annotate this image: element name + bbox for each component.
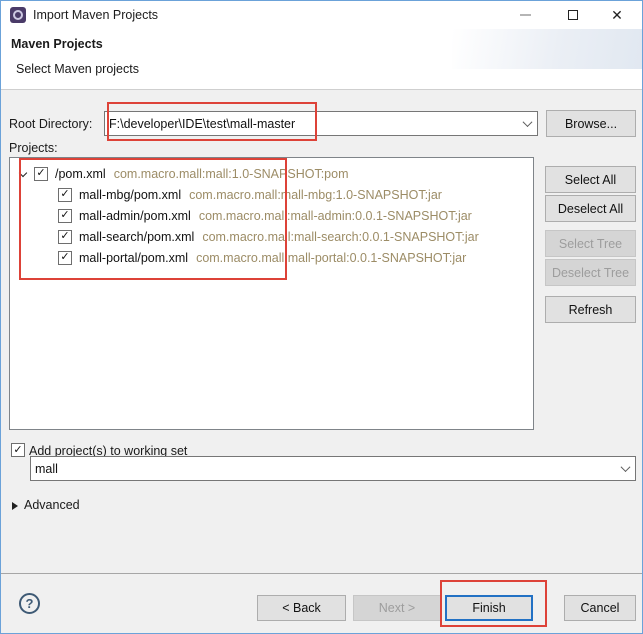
browse-button[interactable]: Browse... — [546, 110, 636, 137]
check-icon: ✓ — [60, 210, 69, 221]
minimize-button[interactable] — [508, 1, 542, 29]
projects-label: Projects: — [9, 141, 58, 155]
working-set-input[interactable] — [31, 462, 615, 476]
title-bar: Import Maven Projects ✕ — [1, 1, 642, 29]
select-all-button[interactable]: Select All — [545, 166, 636, 193]
project-gav: com.macro.mall:mall:1.0-SNAPSHOT:pom — [114, 167, 349, 181]
check-icon: ✓ — [36, 168, 45, 179]
checkbox-checked[interactable]: ✓ — [58, 251, 72, 265]
checkbox-checked[interactable]: ✓ — [58, 188, 72, 202]
help-button[interactable]: ? — [19, 593, 40, 614]
select-tree-button: Select Tree — [545, 230, 636, 257]
check-icon: ✓ — [60, 252, 69, 263]
finish-button[interactable]: Finish — [445, 595, 533, 621]
project-name: mall-portal/pom.xml — [79, 251, 188, 265]
maximize-icon — [568, 10, 578, 20]
expander-button[interactable] — [18, 172, 34, 176]
check-icon: ✓ — [60, 189, 69, 200]
maximize-button[interactable] — [556, 1, 590, 29]
header-gradient-decoration — [452, 29, 642, 69]
wizard-header: Maven Projects Select Maven projects — [1, 29, 642, 90]
project-gav: com.macro.mall:mall-portal:0.0.1-SNAPSHO… — [196, 251, 466, 265]
checkbox-checked[interactable]: ✓ — [34, 167, 48, 181]
back-button[interactable]: < Back — [257, 595, 346, 621]
import-maven-projects-dialog: Import Maven Projects ✕ Maven Projects S… — [0, 0, 643, 634]
close-icon: ✕ — [611, 7, 623, 24]
footer-separator — [1, 573, 642, 574]
combo-dropdown-button[interactable] — [615, 457, 635, 480]
project-gav: com.macro.mall:mall-search:0.0.1-SNAPSHO… — [202, 230, 478, 244]
project-name: /pom.xml — [55, 167, 106, 181]
page-title: Maven Projects — [11, 37, 103, 51]
chevron-down-icon — [522, 117, 532, 127]
advanced-collapsed-arrow-icon[interactable] — [12, 502, 18, 510]
working-set-combobox[interactable] — [30, 456, 636, 481]
window-title: Import Maven Projects — [33, 8, 158, 22]
refresh-button[interactable]: Refresh — [545, 296, 636, 323]
root-directory-label: Root Directory: — [9, 117, 92, 131]
project-name: mall-search/pom.xml — [79, 230, 194, 244]
tree-item-mall-admin[interactable]: ✓ mall-admin/pom.xml com.macro.mall:mall… — [10, 205, 533, 226]
close-button[interactable]: ✕ — [600, 1, 634, 29]
gear-icon — [13, 10, 23, 20]
advanced-section-toggle[interactable]: Advanced — [24, 498, 80, 512]
tree-item-mall-mbg[interactable]: ✓ mall-mbg/pom.xml com.macro.mall:mall-m… — [10, 184, 533, 205]
project-gav: com.macro.mall:mall-mbg:1.0-SNAPSHOT:jar — [189, 188, 442, 202]
tree-item-root-pom[interactable]: ✓ /pom.xml com.macro.mall:mall:1.0-SNAPS… — [10, 163, 533, 184]
check-icon: ✓ — [60, 231, 69, 242]
help-icon: ? — [26, 596, 34, 611]
deselect-tree-button: Deselect Tree — [545, 259, 636, 286]
cancel-button[interactable]: Cancel — [564, 595, 636, 621]
project-name: mall-mbg/pom.xml — [79, 188, 181, 202]
checkbox-checked[interactable]: ✓ — [58, 230, 72, 244]
root-directory-input[interactable] — [105, 117, 517, 131]
tree-item-mall-portal[interactable]: ✓ mall-portal/pom.xml com.macro.mall:mal… — [10, 247, 533, 268]
check-icon: ✓ — [13, 445, 22, 456]
project-name: mall-admin/pom.xml — [79, 209, 191, 223]
tree-item-mall-search[interactable]: ✓ mall-search/pom.xml com.macro.mall:mal… — [10, 226, 533, 247]
project-gav: com.macro.mall:mall-admin:0.0.1-SNAPSHOT… — [199, 209, 472, 223]
deselect-all-button[interactable]: Deselect All — [545, 195, 636, 222]
minimize-icon — [520, 14, 531, 16]
checkbox-checked[interactable]: ✓ — [58, 209, 72, 223]
maven-import-app-icon — [10, 7, 26, 23]
chevron-expanded-icon — [19, 168, 27, 176]
combo-dropdown-button[interactable] — [517, 112, 537, 135]
page-subtitle: Select Maven projects — [16, 62, 139, 76]
working-set-checkbox-checked[interactable]: ✓ — [11, 443, 25, 457]
projects-tree[interactable]: ✓ /pom.xml com.macro.mall:mall:1.0-SNAPS… — [9, 157, 534, 430]
root-directory-combobox[interactable] — [104, 111, 538, 136]
next-button: Next > — [353, 595, 441, 621]
chevron-down-icon — [620, 462, 630, 472]
